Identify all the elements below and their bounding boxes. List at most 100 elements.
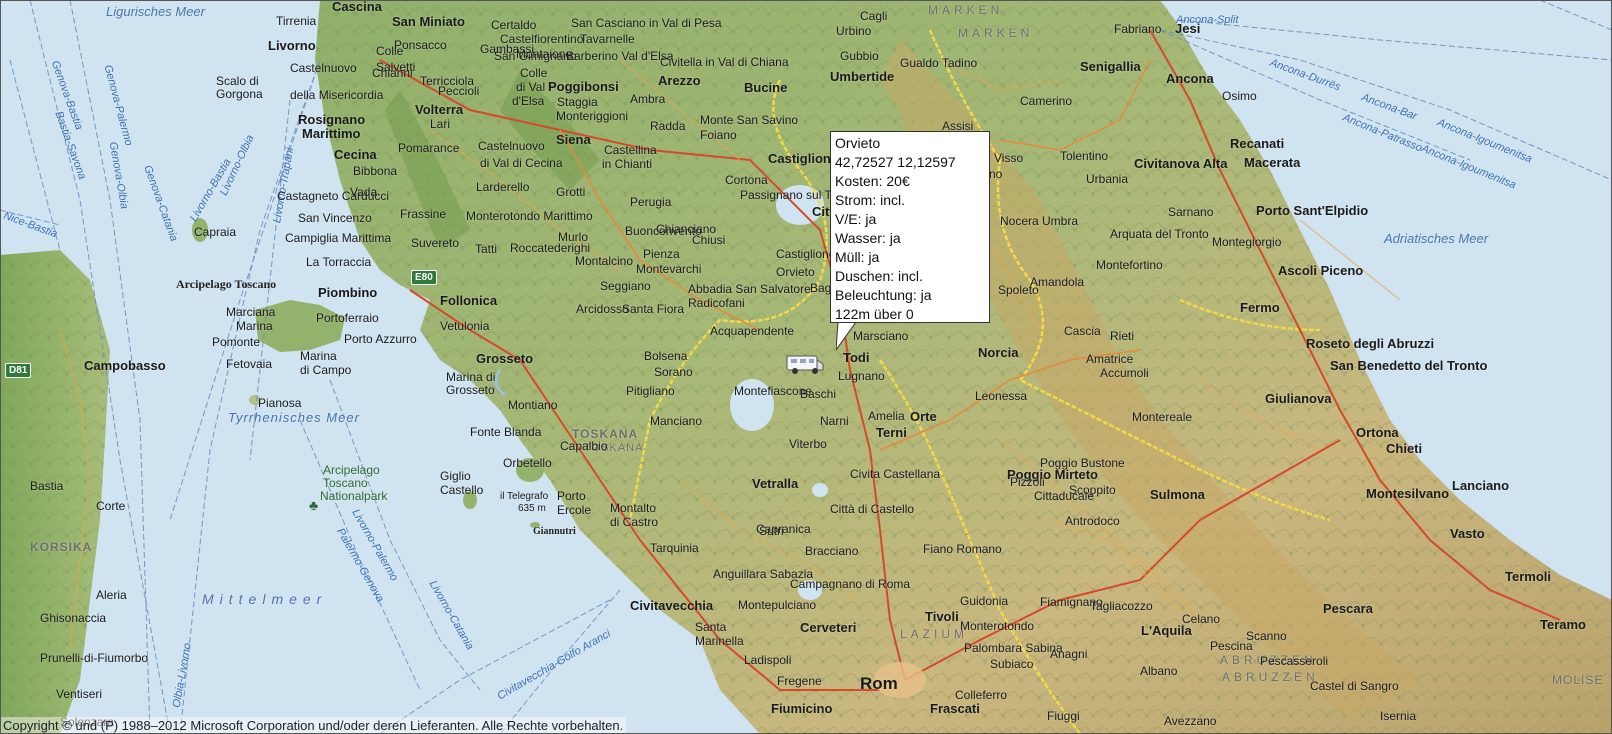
popup-water: Wasser: ja [835, 230, 901, 246]
city-label: Macerata [1244, 155, 1301, 170]
map-view[interactable]: Ligurisches Meer Tyrrhenisches Meer Adri… [0, 0, 1612, 734]
city-label: Orte [910, 409, 937, 424]
city-label: Baschi [800, 387, 837, 401]
city-label: Jesi [1175, 21, 1201, 36]
city-label: Roseto degli Abruzzi [1306, 336, 1435, 351]
city-label: Cecina [334, 147, 377, 162]
city-label: Sutri [759, 524, 784, 538]
city-label: Gubbio [840, 49, 879, 63]
city-label: Urbino [836, 24, 872, 38]
city-label: di Campo [300, 363, 352, 377]
city-label: Montesilvano [1366, 486, 1450, 501]
city-label: Arcidosso [576, 302, 629, 316]
city-label: Amelia [868, 409, 905, 423]
city-label: Accumoli [1100, 366, 1149, 380]
city-label: Civita Castellana [850, 467, 941, 481]
city-label: Castel di Sangro [1310, 679, 1399, 693]
region-label-lazium: LAZIUM [900, 627, 969, 641]
city-label: Rieti [1110, 329, 1135, 343]
city-label: Sarnano [1168, 205, 1214, 219]
city-label: Guidonia [960, 594, 1009, 608]
city-label: Urbania [1086, 172, 1129, 186]
city-label: Fonte Blanda [470, 425, 542, 439]
city-label: Osimo [1222, 89, 1257, 103]
popup-coordinates: 42,72527 12,12597 [835, 154, 956, 170]
city-label: Santa [695, 620, 727, 634]
camper-van-icon[interactable] [785, 352, 825, 376]
popup-altitude: 122m über 0 [835, 306, 914, 322]
city-label: Capalbio [560, 439, 608, 453]
city-label: Narni [820, 414, 849, 428]
popup-showers: Duschen: incl. [835, 268, 923, 284]
city-label: Vetralla [752, 476, 799, 491]
city-label: Anagni [1050, 647, 1088, 661]
city-label: Cittaducale [1034, 489, 1095, 503]
location-info-popup[interactable]: Orvieto 42,72527 12,12597 Kosten: 20€ St… [830, 131, 990, 323]
island-label-arcipelago: Arcipelago Toscano [176, 277, 277, 291]
city-label: Frascati [930, 701, 980, 716]
city-label: Sulmona [1150, 487, 1205, 502]
city-label: Isernia [1380, 709, 1417, 723]
city-label: Giglio [440, 469, 471, 483]
city-label: Poggio Bustone [1040, 456, 1125, 470]
city-label: San Vincenzo [298, 211, 372, 225]
city-label: Fiuggi [1047, 709, 1080, 723]
city-label: Bastia [30, 479, 64, 493]
sea-label-adriatic: Adriatisches Meer [1384, 231, 1489, 246]
city-label: Castellina [604, 143, 657, 157]
city-label: Ambra [630, 92, 666, 106]
city-label: Gualdo Tadino [900, 56, 978, 70]
city-label: Porto Azzurro [344, 332, 417, 346]
city-label: Pienza [643, 247, 680, 261]
city-label: Marinella [695, 634, 744, 648]
city-label: Marina [300, 349, 337, 363]
city-label: Umbertide [830, 69, 895, 84]
city-label: Marciana [226, 305, 276, 319]
city-label: Tavarnelle [580, 32, 635, 46]
park-label-3: Nationalpark [320, 489, 388, 503]
city-label: Ancona [1166, 71, 1214, 86]
city-label: Montiano [508, 398, 558, 412]
city-label: Antrodoco [1065, 514, 1120, 528]
city-label: Campobasso [84, 358, 166, 373]
city-label: Seggiano [600, 279, 651, 293]
city-label: Siena [556, 132, 591, 147]
city-label: Marittimo [302, 126, 361, 141]
city-label: Albano [1140, 664, 1178, 678]
city-label: Follonica [440, 293, 498, 308]
city-label: Scalo di [216, 74, 259, 88]
city-label: Cascina [332, 0, 382, 14]
city-label: Monteriggioni [556, 109, 629, 123]
city-label: Ascoli Piceno [1278, 263, 1364, 278]
city-label: Certaldo [491, 18, 537, 32]
city-label: Norcia [978, 345, 1019, 360]
city-label: Grosseto [476, 351, 534, 366]
city-label: Manciano [650, 414, 703, 428]
popup-waste: Müll: ja [835, 249, 880, 265]
city-label: Bracciano [805, 544, 859, 558]
city-label: Sorano [654, 365, 693, 379]
peak-label-name: il Telegrafo [500, 491, 549, 502]
city-label: Chiusi [692, 233, 726, 247]
city-label: Radda [650, 119, 686, 133]
city-label: Senigallia [1080, 59, 1141, 74]
city-label: Ercole [557, 503, 592, 517]
city-label: Ghisonaccia [40, 611, 107, 625]
city-label: Visso [994, 151, 1024, 165]
city-label: Todi [843, 350, 870, 365]
city-label: Monterotondo Marittimo [466, 209, 593, 223]
city-label: San Benedetto del Tronto [1330, 358, 1488, 373]
city-label: Anguillara Sabazia [713, 567, 814, 581]
city-label: Amatrice [1086, 352, 1134, 366]
city-label: Campiglia Marittima [285, 231, 392, 245]
peak-label-height: 635 m [518, 503, 546, 514]
city-label: d'Elsa [512, 94, 545, 108]
city-label: Piombino [318, 285, 378, 300]
city-label: Prunelli-di-Fiumorbo [40, 651, 149, 665]
city-label: Civitanova Alta [1134, 156, 1228, 171]
road-shield-e80: E80 [411, 270, 437, 285]
sea-label-mediterranean: Mittelmeer [202, 591, 328, 607]
city-label: Montalto [610, 501, 657, 515]
island-label-giannutri: Giannutri [533, 526, 576, 537]
city-label: Tagliacozzo [1090, 599, 1153, 613]
